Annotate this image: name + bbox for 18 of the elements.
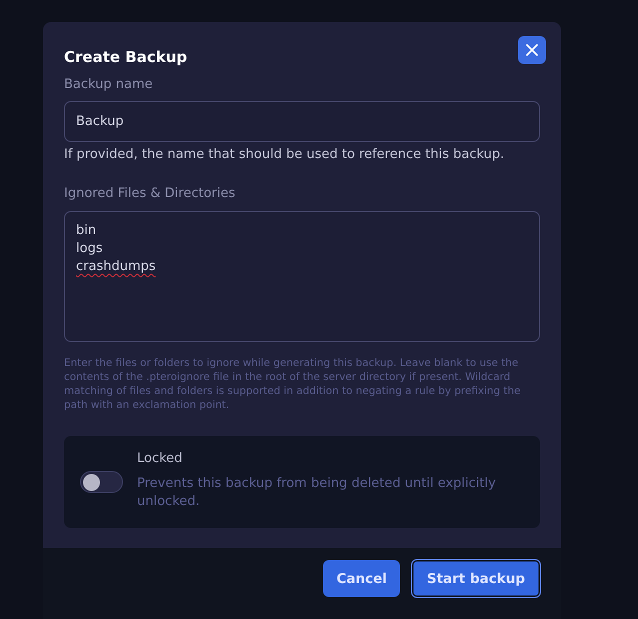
ignored-entry: bin [76,222,96,240]
help-text: If provided, the name that should be used to reference this backup. [64,146,506,164]
locked-toggle[interactable] [80,471,123,493]
dialog-title: Create Backup [64,47,188,68]
close-button[interactable] [518,36,546,64]
hint-text: Enter the files or folders to ignore while generating this backup. Leave blank to use the contents of the .pteroignore file in the root of the server directory if present. Wildcard matching of files and folders is supported in addition to negating a rule by prefixing the path with an exclamation point. [64,356,522,412]
toggle-knob [83,474,100,490]
locked-description: Prevents this backup from being deleted until explicitly unlocked. [137,475,497,511]
backup-name-input[interactable]: Backup [64,101,540,142]
locked-label: Locked [137,450,184,468]
cancel-button[interactable]: Cancel [323,560,400,597]
ignored-files-field[interactable]: bin logs crashdumps [64,211,540,342]
close-icon [526,44,538,56]
ignored-entry: logs [76,240,103,258]
misspelled-entry: crashdumps [76,258,156,276]
field-label: Ignored Files & Directories [64,185,236,203]
field-label: Backup name [64,76,154,94]
start-backup-button[interactable]: Start backup [410,559,541,598]
